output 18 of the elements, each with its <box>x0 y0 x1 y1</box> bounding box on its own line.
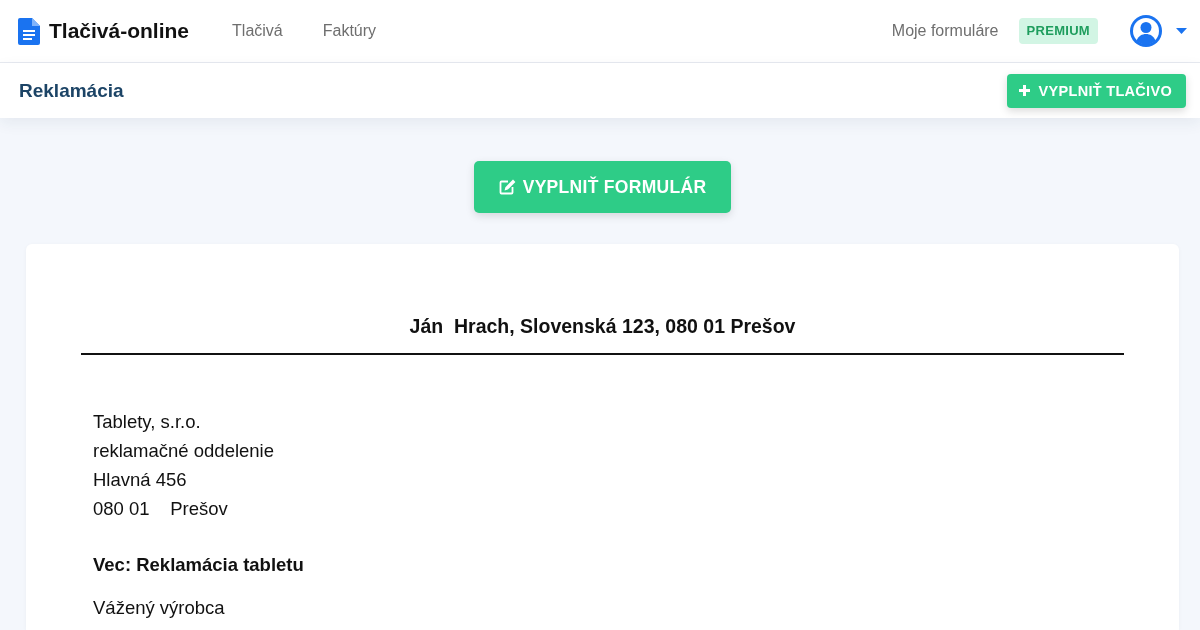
caret-icon[interactable] <box>1176 28 1187 34</box>
subject-line: Vec: Reklamácia tabletu <box>93 553 304 577</box>
plus-icon <box>1018 85 1030 96</box>
edit-icon <box>498 179 516 195</box>
address-line: Tablety, s.r.o. <box>93 410 201 434</box>
salutation: Vážený výrobca <box>93 596 225 620</box>
address-line: Hlavná 456 <box>93 468 187 492</box>
nav-link[interactable]: Tlačivá <box>232 22 283 40</box>
user-icon[interactable] <box>1130 15 1162 47</box>
address-line: reklamačné oddelenie <box>93 439 274 463</box>
address-line: 080 01 Prešov <box>93 497 228 521</box>
brand-name[interactable]: Tlačivá-online <box>49 19 190 43</box>
sender-heading: Ján Hrach, Slovenská 123, 080 01 Prešov <box>409 315 796 337</box>
premium-badge: PREMIUM <box>1018 18 1098 44</box>
nav-link[interactable]: Moje formuláre <box>891 22 999 40</box>
document-icon[interactable] <box>18 17 40 45</box>
page-title: Reklamácia <box>19 79 124 102</box>
nav-link[interactable]: Faktúry <box>322 22 377 40</box>
